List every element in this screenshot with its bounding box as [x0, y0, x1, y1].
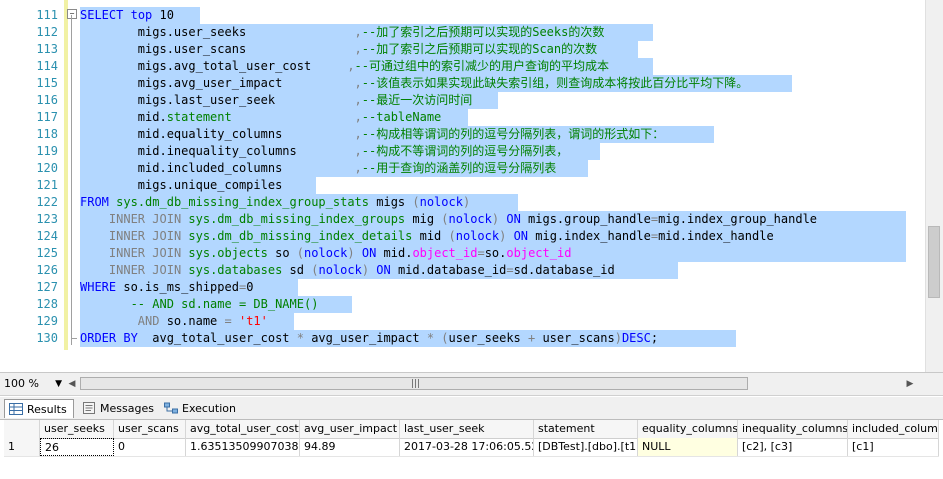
zoom-value: 100 % — [4, 377, 39, 390]
messages-icon — [83, 402, 95, 414]
scroll-right-icon[interactable]: ▶ — [904, 377, 916, 391]
chevron-down-icon[interactable]: ▼ — [55, 376, 62, 392]
line-number: 117 — [36, 110, 58, 124]
outline-end — [71, 338, 77, 339]
line-number: 130 — [36, 331, 58, 345]
results-grid-icon — [9, 403, 23, 415]
change-tracking-bar — [64, 0, 68, 350]
code-line-127: WHERE so.is_ms_shipped=0 — [80, 280, 254, 294]
collapse-icon[interactable]: − — [67, 9, 77, 19]
vertical-scroll-thumb[interactable] — [928, 226, 940, 298]
table-row[interactable]: 1 26 0 1.63513509907038 94.89 2017-03-28… — [4, 438, 939, 457]
line-number: 124 — [36, 229, 58, 243]
code-line-112: migs.user_seeks ,--加了索引之后预期可以实现的Seeks的次数 — [80, 25, 605, 39]
line-number: 118 — [36, 127, 58, 141]
column-header[interactable]: user_scans — [114, 420, 186, 438]
code-line-116: migs.last_user_seek ,--最近一次访问时间 — [80, 93, 473, 107]
column-header[interactable]: avg_user_impact — [300, 420, 400, 438]
line-number: 112 — [36, 25, 58, 39]
execution-plan-icon — [164, 402, 178, 414]
column-header[interactable]: avg_total_user_cost — [186, 420, 300, 438]
table-cell[interactable]: [c1] — [848, 438, 939, 456]
tab-execution-plan[interactable]: Execution plan — [160, 399, 258, 434]
line-number: 128 — [36, 297, 58, 311]
outline-line — [71, 15, 72, 345]
row-number-header — [4, 420, 40, 438]
zoom-select[interactable]: 100 % ▼ — [4, 376, 64, 392]
column-header[interactable]: inequality_columns — [738, 420, 848, 438]
grip-icon: ||| — [411, 379, 421, 389]
column-header[interactable]: user_seeks — [40, 420, 114, 438]
horizontal-scroll-thumb[interactable]: ||| — [80, 377, 748, 390]
code-line-126: INNER JOIN sys.databases sd (nolock) ON … — [108, 263, 615, 277]
table-cell[interactable]: 94.89 — [300, 438, 400, 456]
tab-messages[interactable]: Messages — [78, 399, 156, 418]
scroll-left-icon[interactable]: ◀ — [66, 377, 78, 391]
table-cell[interactable]: NULL — [638, 438, 738, 456]
line-number: 116 — [36, 93, 58, 107]
code-line-123: INNER JOIN sys.dm_db_missing_index_group… — [108, 212, 818, 226]
table-cell[interactable]: 1.63513509907038 — [186, 438, 300, 456]
table-cell[interactable]: 2017-03-28 17:06:05.523 — [400, 438, 534, 456]
line-number: 126 — [36, 263, 58, 277]
code-line-111: SELECT top 10 — [80, 8, 174, 22]
line-number: 119 — [36, 144, 58, 158]
table-cell[interactable]: [DBTest].[dbo].[t1] — [534, 438, 638, 456]
line-number: 115 — [36, 76, 58, 90]
tab-results-label: Results — [27, 403, 67, 416]
tab-messages-label: Messages — [100, 402, 154, 415]
line-number: 120 — [36, 161, 58, 175]
column-header[interactable]: equality_columns — [638, 420, 738, 438]
line-number-gutter: 111 112 113 114 115 116 117 118 119 120 121 122 123 1… — [0, 0, 62, 372]
column-header[interactable]: statement — [534, 420, 638, 438]
code-line-124: INNER JOIN sys.dm_db_missing_index_detai… — [108, 229, 774, 243]
code-line-115: migs.avg_user_impact ,--该值表示如果实现此缺失索引组，则… — [80, 76, 749, 90]
column-header[interactable]: included_column — [848, 420, 939, 438]
code-line-129: AND so.name = 't1' — [137, 314, 268, 328]
line-number: 129 — [36, 314, 58, 328]
line-number: 121 — [36, 178, 58, 192]
line-number: 123 — [36, 212, 58, 226]
line-number: 111 — [36, 8, 58, 22]
code-line-122: FROM sys.dm_db_missing_index_group_stats… — [80, 195, 471, 209]
line-number: 125 — [36, 246, 58, 260]
code-line-130: ORDER BY avg_total_user_cost * avg_user_… — [80, 331, 659, 345]
editor-bottom-bar: 100 % ▼ ◀ ||| ▶ — [0, 373, 943, 396]
results-grid[interactable]: user_seeks user_scans avg_total_user_cos… — [4, 420, 943, 479]
line-number: 113 — [36, 42, 58, 56]
code-line-118: mid.equality_columns ,--构成相等谓词的列的逗号分隔列表，… — [80, 127, 665, 141]
row-number[interactable]: 1 — [4, 438, 40, 456]
code-line-120: mid.included_columns ,--用于查询的涵盖列的逗号分隔列表 — [80, 161, 557, 175]
column-header[interactable]: last_user_seek — [400, 420, 534, 438]
grid-header-row: user_seeks user_scans avg_total_user_cos… — [4, 420, 939, 439]
code-line-121: migs.unique_compiles — [80, 178, 283, 192]
line-number: 127 — [36, 280, 58, 294]
code-line-117: mid.statement ,--tableName — [80, 110, 442, 124]
query-editor[interactable]: 111 112 113 114 115 116 117 118 119 120 121 122 123 1… — [0, 0, 943, 373]
tab-results[interactable]: Results — [4, 399, 74, 418]
code-line-114: migs.avg_total_user_cost ,--可通过组中的索引减少的用… — [80, 59, 609, 73]
line-number: 114 — [36, 59, 58, 73]
code-line-125: INNER JOIN sys.objects so (nolock) ON mi… — [108, 246, 572, 260]
result-tabs: Results Messages Execution plan — [0, 397, 943, 434]
code-line-113: migs.user_scans ,--加了索引之后预期可以实现的Scan的次数 — [80, 42, 598, 56]
line-number: 122 — [36, 195, 58, 209]
code-line-119: mid.inequality_columns ,--构成不等谓词的列的逗号分隔列… — [80, 144, 569, 158]
editor-vertical-scrollbar[interactable] — [925, 0, 943, 372]
table-cell[interactable]: 0 — [114, 438, 186, 456]
table-cell[interactable]: 26 — [40, 438, 114, 456]
code-line-128: -- AND sd.name = DB_NAME() — [130, 297, 319, 311]
table-cell[interactable]: [c2], [c3] — [738, 438, 848, 456]
